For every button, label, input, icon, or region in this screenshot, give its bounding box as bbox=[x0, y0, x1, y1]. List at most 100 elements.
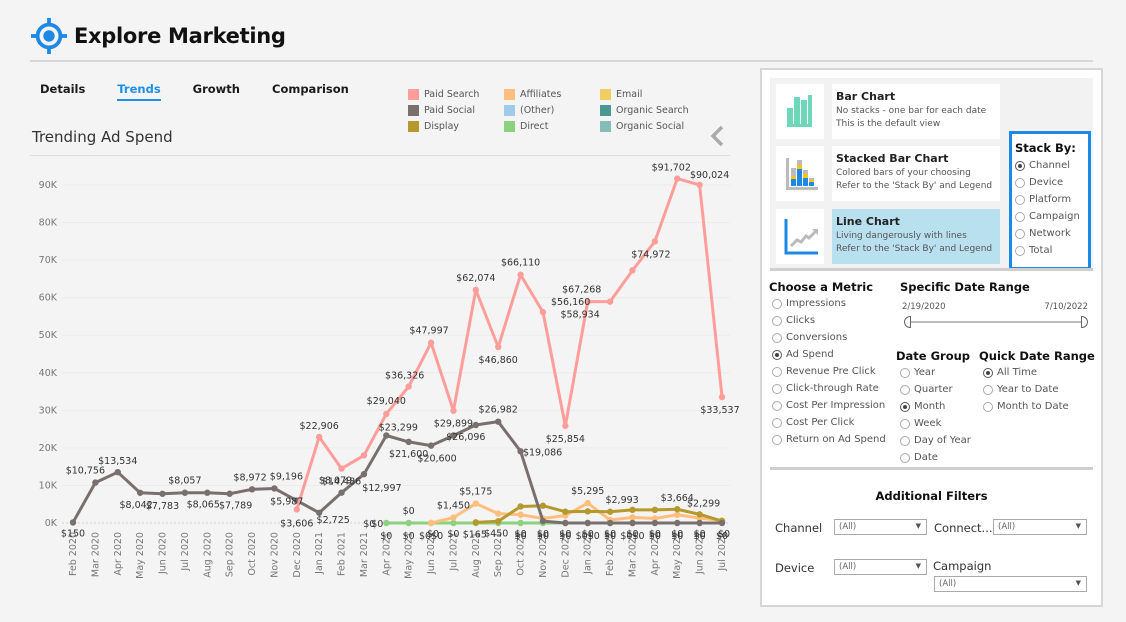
metric-option[interactable]: Revenue Pre Click bbox=[772, 363, 886, 380]
radio-button[interactable] bbox=[983, 367, 993, 378]
radio-label: Clicks bbox=[786, 315, 816, 326]
metric-option[interactable]: Conversions bbox=[772, 329, 886, 346]
radio-button[interactable] bbox=[900, 384, 910, 395]
stack-by-option[interactable]: Platform bbox=[1015, 191, 1088, 208]
radio-label: Revenue Pre Click bbox=[786, 366, 876, 377]
data-point bbox=[360, 470, 368, 478]
data-label: $10,756 bbox=[66, 466, 105, 477]
data-label: $66,110 bbox=[501, 258, 540, 269]
data-point bbox=[606, 298, 614, 305]
data-point bbox=[584, 499, 591, 507]
data-point bbox=[271, 485, 278, 492]
date-group-option[interactable]: Month bbox=[900, 398, 971, 415]
data-label: $12,997 bbox=[362, 483, 401, 494]
date-range-start: 2/19/2020 bbox=[902, 302, 946, 312]
view-description: Refer to the 'Stack By' and Legend bbox=[836, 181, 993, 191]
quick-range-option[interactable]: Year to Date bbox=[983, 381, 1069, 398]
radio-label: Impressions bbox=[786, 298, 846, 309]
view-option-stacked-bar-chart[interactable]: Stacked Bar Chart Colored bars of your c… bbox=[832, 146, 1000, 201]
data-point bbox=[539, 517, 547, 525]
quick-range-option[interactable]: Month to Date bbox=[983, 398, 1069, 415]
data-point bbox=[427, 442, 435, 449]
x-tick-label: Mar 2021 bbox=[359, 532, 370, 577]
device-filter-dropdown[interactable]: (All) ▼ bbox=[834, 559, 927, 575]
radio-button[interactable] bbox=[1015, 245, 1025, 256]
radio-button[interactable] bbox=[772, 315, 782, 326]
date-group-option[interactable]: Day of Year bbox=[900, 432, 971, 449]
date-group-option[interactable]: Year bbox=[900, 364, 971, 381]
dropdown-value: (All) bbox=[939, 579, 957, 589]
stack-by-option[interactable]: Campaign bbox=[1015, 208, 1088, 225]
date-range-labels: 2/19/2020 7/10/2022 bbox=[902, 302, 1088, 312]
radio-label: All Time bbox=[997, 367, 1038, 378]
radio-button[interactable] bbox=[772, 366, 782, 377]
slider-end-handle[interactable] bbox=[1081, 316, 1088, 328]
line-chart-icon[interactable] bbox=[776, 209, 824, 264]
metric-option[interactable]: Return on Ad Spend bbox=[772, 431, 886, 448]
metric-option[interactable]: Ad Spend bbox=[772, 346, 886, 363]
channel-filter-dropdown[interactable]: (All) ▼ bbox=[834, 519, 927, 535]
metric-option[interactable]: Cost Per Impression bbox=[772, 397, 886, 414]
data-label: $33,537 bbox=[700, 405, 739, 416]
radio-button[interactable] bbox=[1015, 160, 1025, 171]
radio-button[interactable] bbox=[900, 401, 910, 412]
view-option-line-chart[interactable]: Line Chart Living dangerously with lines… bbox=[832, 209, 1000, 264]
metric-option[interactable]: Impressions bbox=[772, 295, 886, 312]
device-filter-label: Device bbox=[775, 561, 815, 575]
data-label: $2,993 bbox=[605, 495, 638, 506]
radio-button[interactable] bbox=[1015, 211, 1025, 222]
bar-chart-icon[interactable] bbox=[776, 84, 824, 139]
stack-by-option[interactable]: Channel bbox=[1015, 157, 1088, 174]
quick-range-option[interactable]: All Time bbox=[983, 364, 1069, 381]
view-option-bar-chart[interactable]: Bar Chart No stacks - one bar for each d… bbox=[832, 84, 1000, 139]
radio-button[interactable] bbox=[772, 298, 782, 309]
radio-label: Week bbox=[914, 418, 942, 429]
stack-by-option[interactable]: Device bbox=[1015, 174, 1088, 191]
metric-option[interactable]: Cost Per Click bbox=[772, 414, 886, 431]
data-label: $0$0 bbox=[419, 531, 443, 542]
radio-button[interactable] bbox=[900, 367, 910, 378]
radio-button[interactable] bbox=[1015, 194, 1025, 205]
campaign-filter-dropdown[interactable]: (All) ▼ bbox=[934, 576, 1087, 592]
radio-button[interactable] bbox=[772, 383, 782, 394]
chart-type-selector: Bar Chart No stacks - one bar for each d… bbox=[770, 78, 1093, 270]
metric-option[interactable]: Click-through Rate bbox=[772, 380, 886, 397]
data-label: $8,057 bbox=[168, 476, 201, 487]
data-point bbox=[674, 511, 681, 518]
slider-start-handle[interactable] bbox=[904, 316, 911, 328]
date-group-option[interactable]: Week bbox=[900, 415, 971, 432]
data-label: $0 bbox=[380, 531, 392, 542]
radio-button[interactable] bbox=[772, 349, 782, 360]
stack-by-option[interactable]: Total bbox=[1015, 242, 1088, 259]
date-group-option[interactable]: Date bbox=[900, 449, 971, 466]
connect-filter-dropdown[interactable]: (All) ▼ bbox=[993, 519, 1087, 535]
radio-button[interactable] bbox=[900, 418, 910, 429]
radio-button[interactable] bbox=[772, 332, 782, 343]
radio-label: Month bbox=[914, 401, 946, 412]
stack-by-option[interactable]: Network bbox=[1015, 225, 1088, 242]
radio-button[interactable] bbox=[1015, 177, 1025, 188]
data-point bbox=[114, 468, 121, 476]
radio-button[interactable] bbox=[772, 417, 782, 428]
radio-button[interactable] bbox=[900, 452, 910, 463]
data-point bbox=[181, 489, 189, 496]
date-group-option[interactable]: Quarter bbox=[900, 381, 971, 398]
view-description: No stacks - one bar for each date bbox=[836, 106, 987, 116]
radio-button[interactable] bbox=[772, 400, 782, 411]
data-point bbox=[159, 490, 166, 497]
y-tick-label: 90K bbox=[39, 180, 58, 191]
metric-option[interactable]: Clicks bbox=[772, 312, 886, 329]
radio-button[interactable] bbox=[983, 401, 993, 412]
date-range-slider[interactable] bbox=[904, 316, 1088, 328]
radio-button[interactable] bbox=[772, 434, 782, 445]
data-label: $5,175 bbox=[459, 487, 492, 498]
data-label: $2,725 bbox=[317, 515, 350, 526]
panel-divider bbox=[770, 268, 1093, 271]
radio-button[interactable] bbox=[1015, 228, 1025, 239]
radio-button[interactable] bbox=[900, 435, 910, 446]
radio-button[interactable] bbox=[983, 384, 993, 395]
stacked-bar-chart-icon[interactable] bbox=[776, 146, 824, 201]
data-label: $5,987 bbox=[270, 497, 303, 508]
y-tick-label: 80K bbox=[39, 218, 58, 229]
data-label: $0 bbox=[649, 531, 661, 542]
